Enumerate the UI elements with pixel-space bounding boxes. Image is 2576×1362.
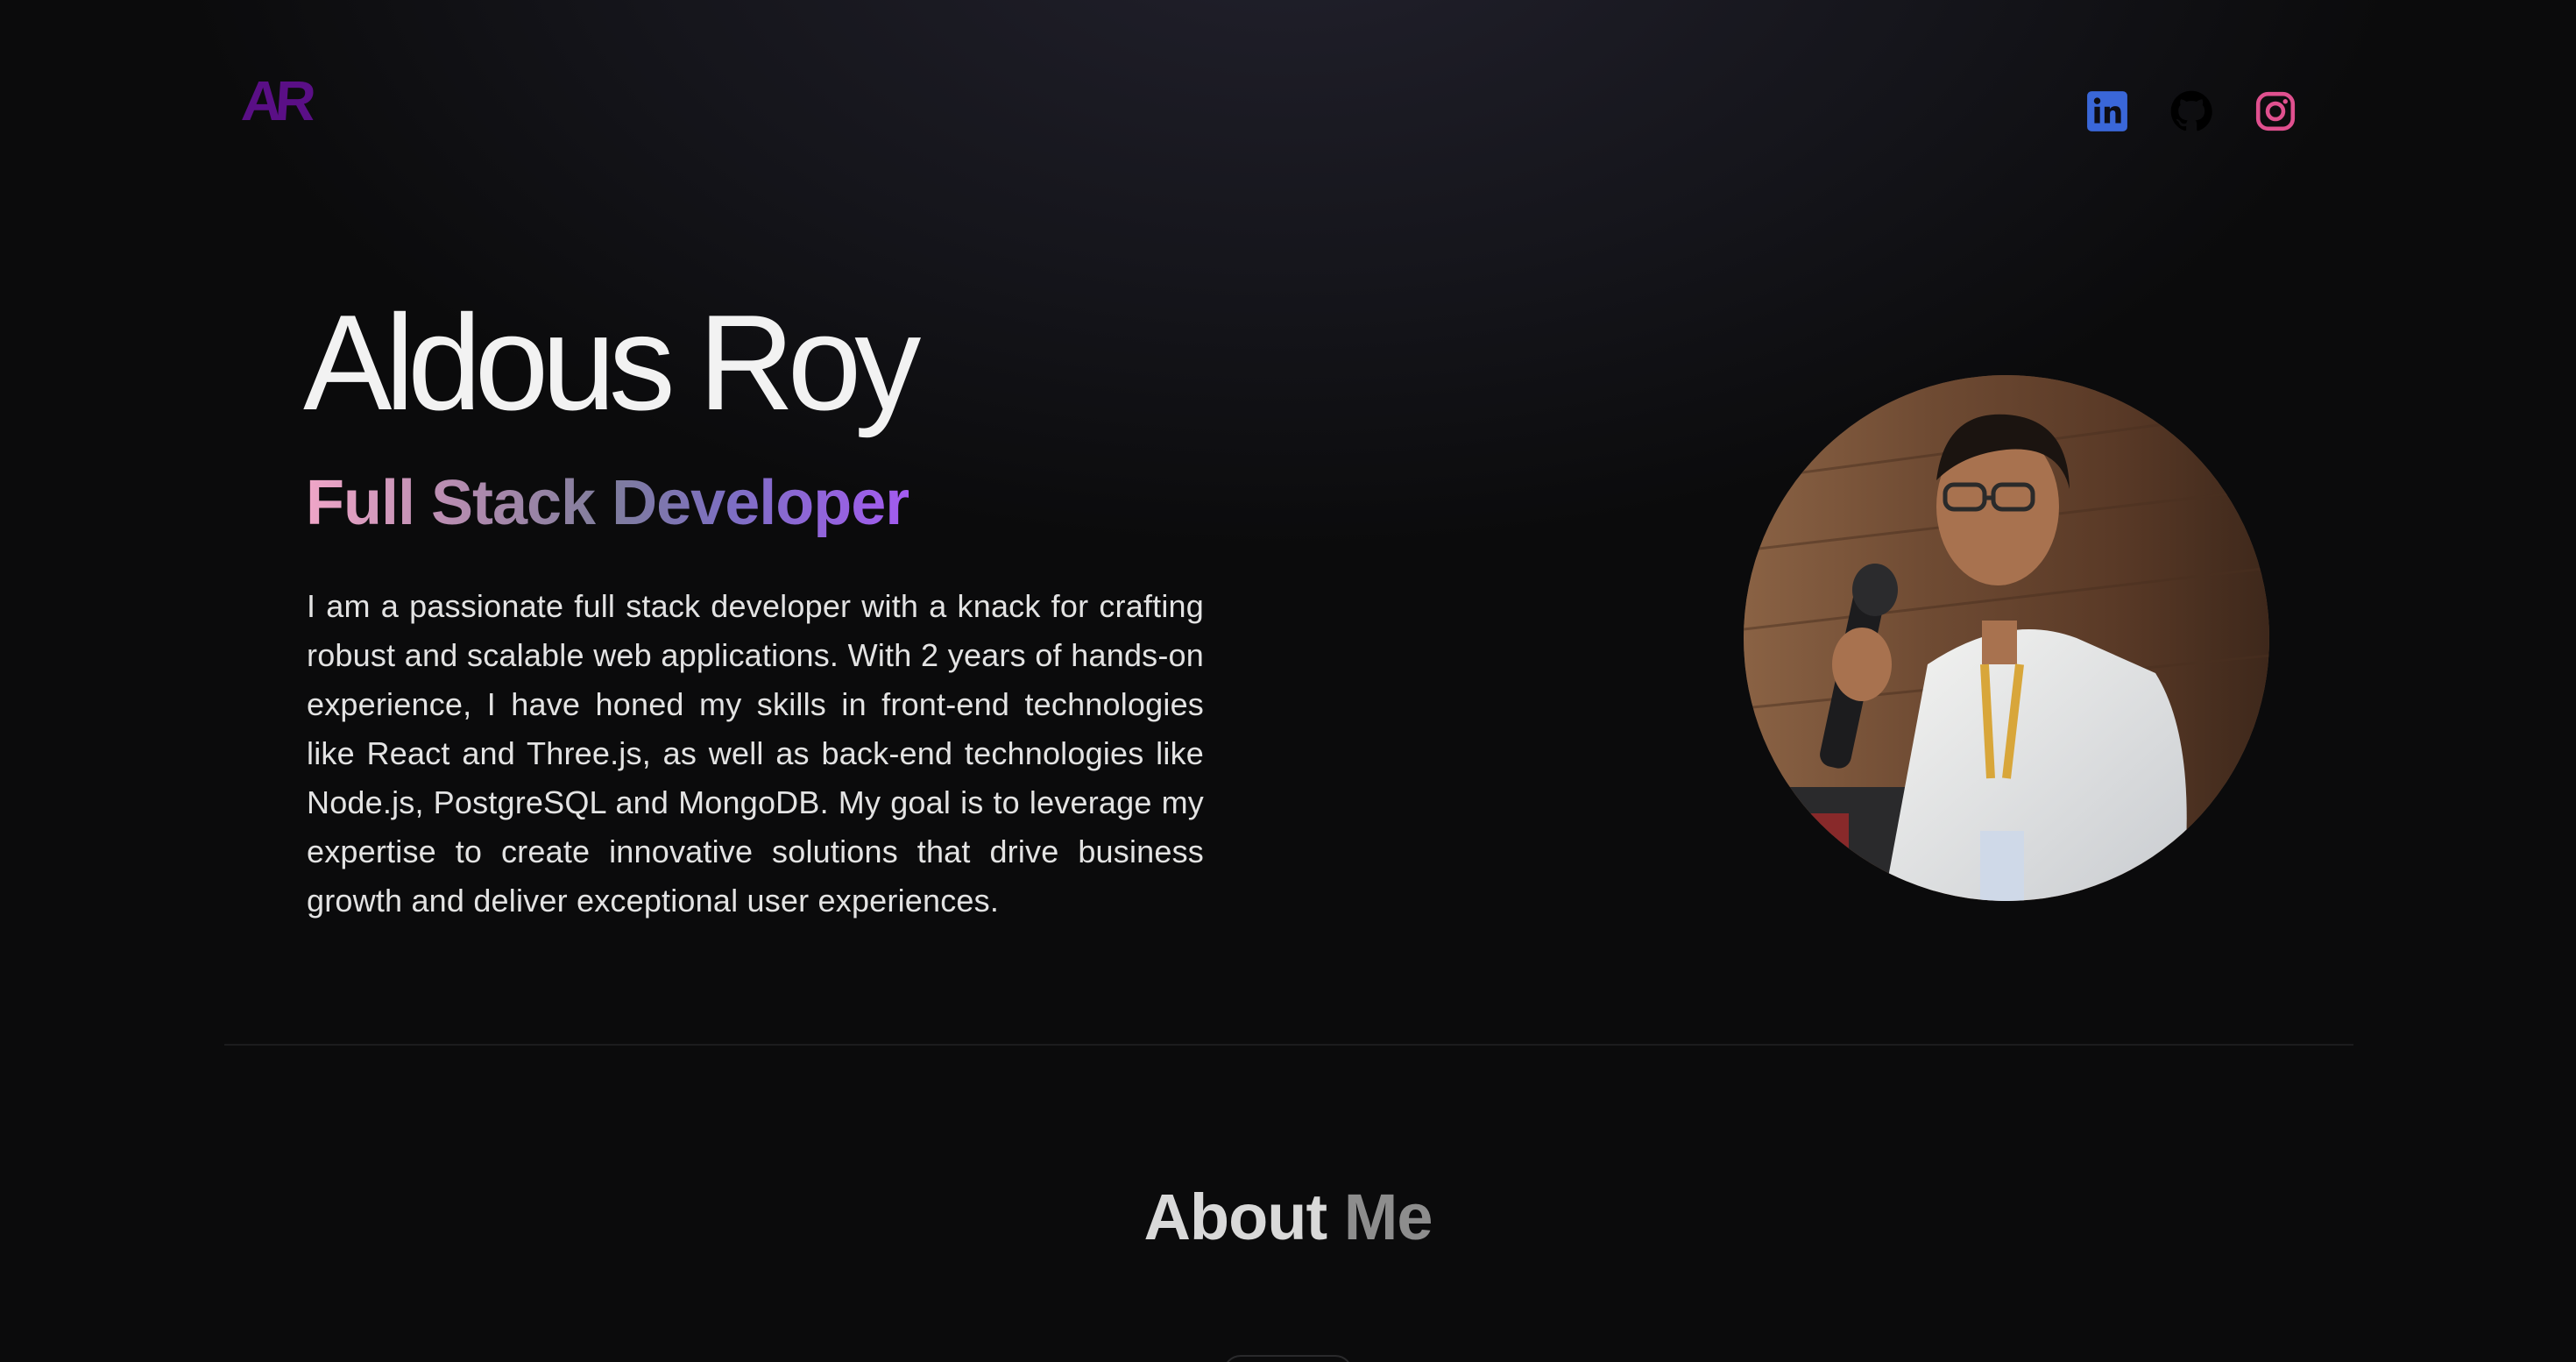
about-title-part1: About <box>1143 1181 1327 1253</box>
profile-photo <box>1744 375 2269 901</box>
profile-photo-image <box>1744 375 2269 901</box>
about-title-part2: Me <box>1343 1181 1433 1253</box>
github-link[interactable] <box>2168 88 2215 135</box>
top-nav: AR <box>0 0 2576 193</box>
site-logo[interactable]: AR <box>239 68 311 133</box>
about-title: About Me <box>0 1185 2576 1250</box>
hero-name: Aldous Roy <box>303 287 921 439</box>
linkedin-icon <box>2087 91 2127 131</box>
hero-role: Full Stack Developer <box>306 468 909 538</box>
hero-bio: I am a passionate full stack developer w… <box>307 588 1204 919</box>
section-divider <box>224 1044 2353 1046</box>
instagram-icon <box>2255 91 2296 131</box>
github-icon <box>2170 90 2212 131</box>
linkedin-link[interactable] <box>2084 88 2131 135</box>
about-tab-pill[interactable] <box>1223 1355 1353 1362</box>
instagram-link[interactable] <box>2252 88 2299 135</box>
